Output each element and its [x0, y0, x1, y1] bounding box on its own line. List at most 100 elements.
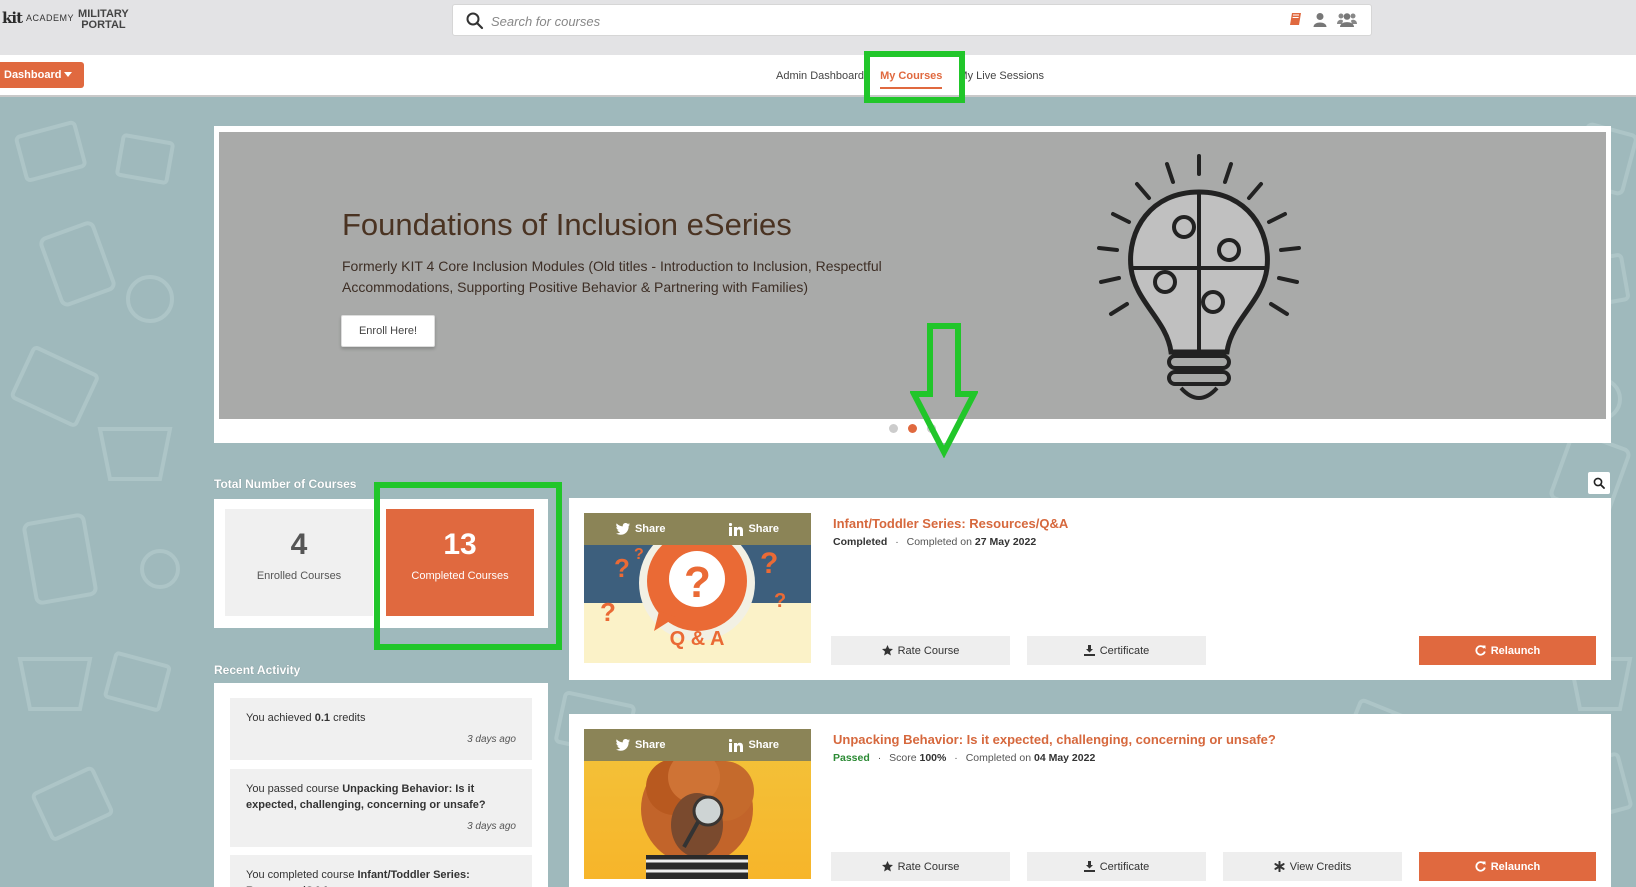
completed-count: 13: [443, 528, 477, 561]
course-list-search-button[interactable]: [1588, 472, 1610, 494]
nav-my-live-sessions[interactable]: My Live Sessions: [954, 55, 1048, 97]
rate-course-button[interactable]: Rate Course: [831, 636, 1010, 665]
svg-text:?: ?: [614, 553, 630, 583]
logo-portal: PORTAL: [81, 19, 126, 31]
svg-text:?: ?: [634, 546, 644, 563]
activity-time: 3 days ago: [467, 821, 516, 832]
nav-links: Admin Dashboard My Courses My Live Sessi…: [772, 55, 1048, 97]
caret-down-icon: [64, 72, 73, 77]
course-thumbnail[interactable]: Share Share: [584, 729, 811, 879]
dashboard-label: Dashboard: [4, 69, 62, 81]
logo-academy: ACADEMY: [26, 13, 75, 23]
enrolled-courses-tile[interactable]: 4 Enrolled Courses: [225, 509, 373, 616]
share-bar: Share Share: [584, 729, 811, 761]
relaunch-button[interactable]: Relaunch: [1419, 636, 1596, 665]
rate-course-button[interactable]: Rate Course: [831, 852, 1010, 881]
activity-item: You achieved 0.1 credits 3 days ago: [230, 698, 532, 760]
relaunch-label: Relaunch: [1490, 860, 1541, 873]
linkedin-share-label: Share: [748, 523, 780, 535]
search-input[interactable]: [491, 10, 1251, 32]
certificate-button[interactable]: Certificate: [1027, 636, 1206, 665]
linkedin-share-button[interactable]: Share: [729, 738, 780, 752]
completed-prefix: Completed on: [965, 752, 1034, 764]
course-thumbnail[interactable]: ? ? ? ? ? ? Q & A Share Share: [584, 513, 811, 663]
download-icon: [1083, 645, 1095, 656]
activity-item: You passed course Unpacking Behavior: Is…: [230, 769, 532, 847]
top-bar: kit ACADEMY MILITARY PORTAL: [0, 0, 1636, 55]
enroll-here-button[interactable]: Enroll Here!: [341, 315, 435, 347]
relaunch-label: Relaunch: [1490, 644, 1541, 657]
certificate-button[interactable]: Certificate: [1027, 852, 1206, 881]
course-search-box: [452, 4, 1372, 36]
nav-bar: Dashboard Admin Dashboard My Courses My …: [0, 55, 1636, 97]
nav-my-courses[interactable]: My Courses: [868, 55, 954, 97]
course-card: ? ? ? ? ? ? Q & A Share Share Infant/Tod…: [569, 498, 1611, 680]
twitter-share-label: Share: [634, 739, 666, 751]
user-icon[interactable]: [1313, 12, 1327, 27]
banner-title: Foundations of Inclusion eSeries: [342, 207, 792, 242]
logo-military-portal: MILITARY PORTAL: [78, 9, 129, 31]
relaunch-button[interactable]: Relaunch: [1419, 852, 1596, 881]
banner-description: Formerly KIT 4 Core Inclusion Modules (O…: [342, 258, 882, 295]
puzzle-lightbulb-illustration: [1097, 154, 1301, 400]
course-status: Passed: [833, 752, 870, 764]
course-status: Completed: [833, 536, 888, 548]
thumbnail-qa-text: Q & A: [670, 628, 725, 650]
view-credits-button[interactable]: View Credits: [1223, 852, 1402, 881]
linkedin-icon: [729, 738, 744, 752]
nav-admin-dashboard[interactable]: Admin Dashboard: [772, 55, 868, 97]
twitter-icon: [615, 739, 630, 751]
course-stats-panel: 4 Enrolled Courses 13 Completed Courses: [214, 499, 548, 628]
completed-courses-tile[interactable]: 13 Completed Courses: [386, 509, 534, 616]
download-icon: [1083, 861, 1095, 872]
certificate-label: Certificate: [1099, 860, 1150, 873]
logo-kit: kit: [2, 9, 23, 27]
activity-text-end: credits: [330, 712, 366, 724]
completed-prefix: Completed on: [906, 536, 975, 548]
activity-bold: 0.1: [314, 712, 331, 724]
rate-course-label: Rate Course: [897, 860, 960, 873]
course-meta: Passed · Score 100% · Completed on 04 Ma…: [833, 752, 1096, 764]
svg-text:?: ?: [600, 597, 616, 627]
star-icon: [881, 645, 893, 656]
dashboard-dropdown-button[interactable]: Dashboard: [0, 62, 85, 88]
twitter-share-button[interactable]: Share: [615, 739, 666, 751]
view-credits-label: View Credits: [1289, 860, 1352, 873]
twitter-share-label: Share: [634, 523, 666, 535]
completed-label: Completed Courses: [411, 570, 509, 582]
twitter-icon: [615, 523, 630, 535]
share-bar: Share Share: [584, 513, 811, 545]
book-icon[interactable]: [1288, 12, 1303, 27]
kit-academy-logo[interactable]: kit ACADEMY MILITARY PORTAL: [2, 9, 129, 31]
twitter-share-button[interactable]: Share: [615, 523, 666, 535]
down-arrow-annotation-icon: [910, 323, 978, 458]
course-score: 100%: [919, 752, 947, 764]
linkedin-share-button[interactable]: Share: [729, 522, 780, 536]
enrolled-label: Enrolled Courses: [256, 570, 342, 582]
linkedin-icon: [729, 522, 744, 536]
asterisk-icon: [1274, 861, 1285, 872]
linkedin-share-label: Share: [748, 739, 780, 751]
score-prefix: Score: [889, 752, 920, 764]
svg-text:?: ?: [684, 558, 711, 607]
activity-text: You completed course: [246, 869, 358, 881]
enrolled-count: 4: [290, 528, 308, 561]
activity-item: You completed course Infant/Toddler Seri…: [230, 855, 532, 887]
activity-text: You passed course: [246, 783, 343, 795]
search-icon: [1593, 477, 1605, 489]
completed-date: 27 May 2022: [974, 536, 1037, 548]
course-title[interactable]: Unpacking Behavior: Is it expected, chal…: [833, 732, 1276, 747]
carousel-dot-1[interactable]: [889, 424, 898, 433]
recent-activity-title: Recent Activity: [214, 663, 301, 677]
certificate-label: Certificate: [1099, 644, 1150, 657]
rate-course-label: Rate Course: [897, 644, 960, 657]
course-title[interactable]: Infant/Toddler Series: Resources/Q&A: [833, 516, 1068, 531]
svg-text:?: ?: [774, 590, 786, 612]
users-group-icon[interactable]: [1337, 12, 1357, 27]
search-icon: [466, 12, 484, 30]
recent-activity-panel: You achieved 0.1 credits 3 days ago You …: [214, 683, 548, 887]
activity-time: 3 days ago: [467, 734, 516, 745]
course-meta: Completed · Completed on 27 May 2022: [833, 536, 1037, 548]
svg-text:?: ?: [760, 547, 778, 580]
refresh-icon: [1475, 645, 1486, 656]
